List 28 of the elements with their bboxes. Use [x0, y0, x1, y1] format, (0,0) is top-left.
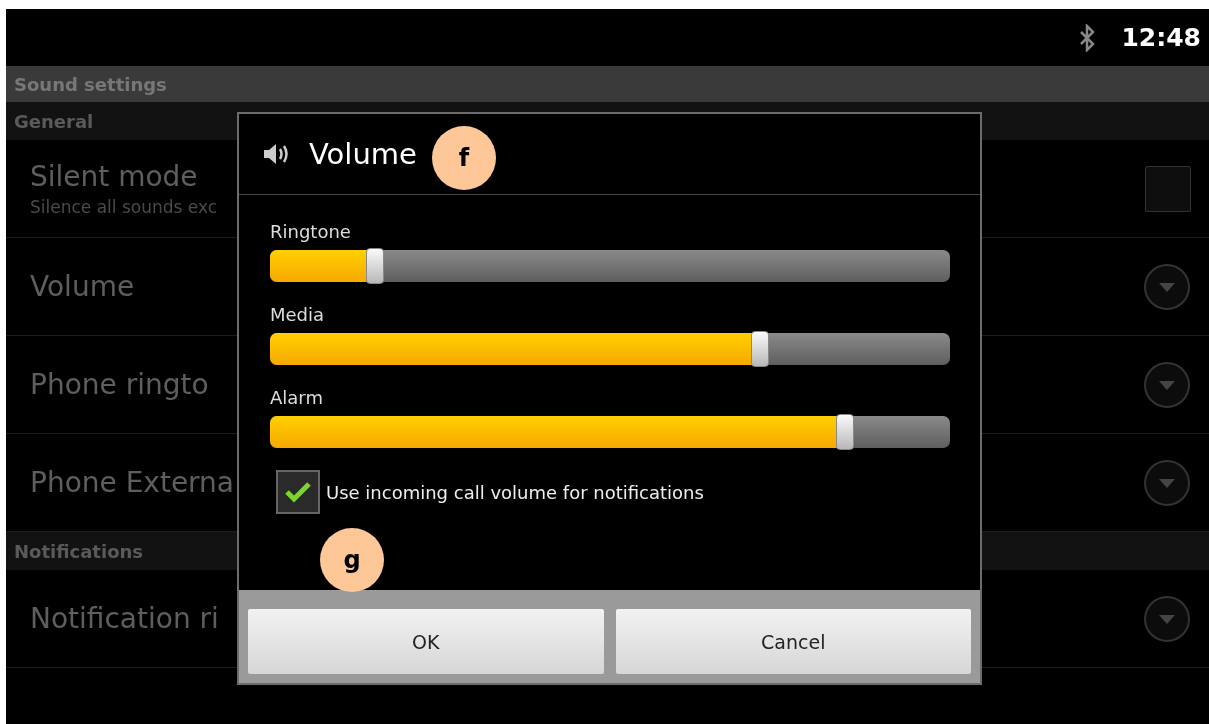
setting-title[interactable]: Silent mode	[30, 160, 218, 193]
speaker-icon	[263, 143, 291, 165]
section-header: General	[14, 110, 94, 132]
bluetooth-icon	[1079, 23, 1096, 52]
slider-thumb[interactable]	[835, 414, 854, 450]
checkbox[interactable]	[276, 470, 320, 514]
volume-slider[interactable]	[270, 250, 950, 282]
section-header: Notifications	[14, 540, 144, 562]
slider-thumb[interactable]	[750, 331, 769, 367]
dialog-button[interactable]: Cancel	[615, 609, 971, 674]
screen-title: Sound settings	[14, 73, 167, 95]
volume-slider[interactable]	[270, 333, 950, 365]
clock-time: 12:48	[1121, 23, 1201, 52]
slider-label: Alarm	[270, 387, 323, 408]
slider-thumb[interactable]	[366, 248, 385, 284]
setting-title[interactable]: Volume	[30, 270, 135, 303]
dialog-button[interactable]: OK	[248, 609, 604, 674]
setting-title[interactable]: Phone Externa	[30, 466, 235, 499]
slider-label: Ringtone	[270, 221, 351, 242]
slider-label: Media	[270, 304, 325, 325]
setting-title[interactable]: Notification ri	[30, 602, 219, 635]
checkbox-label: Use incoming call volume for notifications	[326, 481, 704, 503]
volume-slider[interactable]	[270, 416, 950, 448]
check-icon	[284, 481, 312, 503]
setting-title[interactable]: Phone ringto	[30, 368, 209, 401]
dialog-title: Volume	[309, 137, 417, 171]
checkbox[interactable]	[1145, 165, 1191, 212]
setting-summary: Silence all sounds exc	[30, 197, 218, 217]
